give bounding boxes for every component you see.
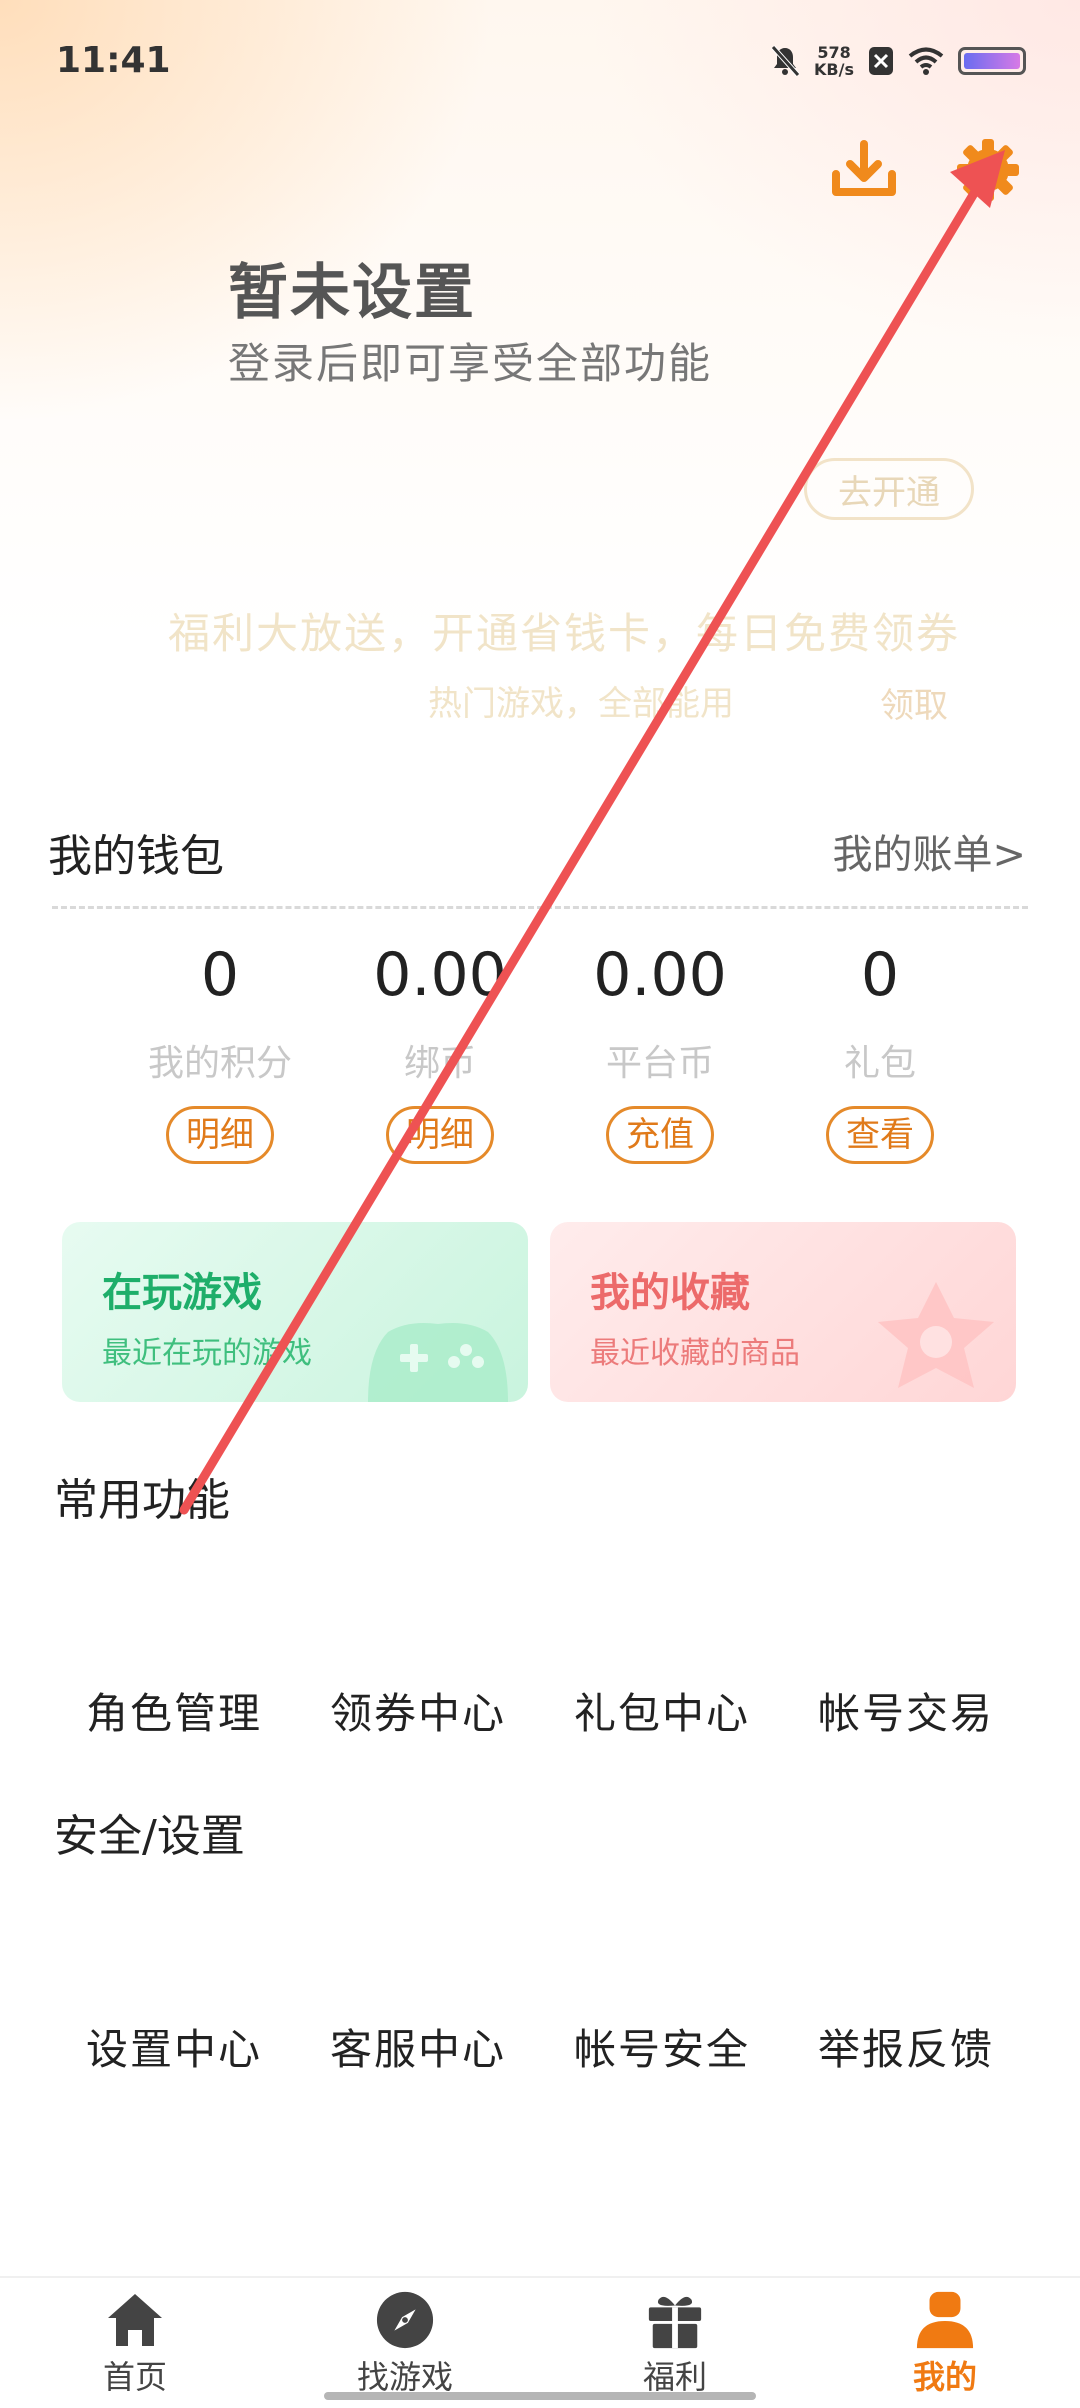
status-bar: 11:41 578 KB/s — [0, 0, 1080, 120]
card-subtitle: 最近收藏的商品 — [590, 1336, 800, 1371]
gift-center-item[interactable]: 礼包中心 — [540, 1680, 784, 1741]
promo-main-text: 福利大放送，开通省钱卡，每日免费领券 — [168, 609, 961, 658]
stat-platform-coins: 0.00 平台币 充值 — [550, 940, 770, 1164]
account-trade-item[interactable]: 帐号交易 — [784, 1680, 1028, 1741]
stat-gift-packs: 0 礼包 查看 — [770, 940, 990, 1164]
promo-sub-text: 热门游戏，全部能用 — [428, 684, 734, 724]
card-subtitle: 最近在玩的游戏 — [102, 1336, 312, 1371]
top-actions — [828, 134, 1024, 206]
nav-mine[interactable]: 我的 — [810, 2278, 1080, 2408]
role-management-item[interactable]: 角色管理 — [52, 1680, 296, 1741]
wifi-icon — [908, 47, 944, 75]
stat-value: 0 — [860, 940, 900, 1010]
common-functions-grid: 角色管理 领券中心 礼包中心 帐号交易 — [52, 1680, 1028, 1741]
promo-claim-button[interactable]: 领取 — [880, 678, 948, 727]
stat-value: 0 — [200, 940, 240, 1010]
battery-level — [964, 53, 1020, 69]
nav-label: 我的 — [912, 2358, 977, 2396]
sim-blocked-icon — [869, 47, 893, 75]
net-speed-unit: KB/s — [814, 60, 854, 79]
common-functions-title: 常用功能 — [54, 1475, 230, 1526]
settings-center-item[interactable]: 设置中心 — [52, 2016, 296, 2077]
customer-service-item[interactable]: 客服中心 — [296, 2016, 540, 2077]
open-membership-button[interactable]: 去开通 — [804, 458, 974, 520]
status-time: 11:41 — [56, 40, 171, 81]
my-bill-link[interactable]: 我的账单> — [832, 822, 1026, 880]
profile-icon — [916, 2291, 974, 2349]
home-indicator[interactable] — [324, 2392, 756, 2400]
bottom-nav: 首页 找游戏 福利 我的 — [0, 2276, 1080, 2408]
status-icons: 578 KB/s — [770, 44, 1026, 78]
battery-icon — [958, 47, 1026, 75]
net-speed: 578 KB/s — [814, 44, 854, 78]
security-settings-title: 安全/设置 — [54, 1811, 245, 1862]
favorites-card[interactable]: 我的收藏 最近收藏的商品 — [550, 1222, 1016, 1402]
points-detail-button[interactable]: 明细 — [166, 1106, 274, 1164]
nav-find-games[interactable]: 找游戏 — [270, 2278, 540, 2408]
stat-points: 0 我的积分 明细 — [110, 940, 330, 1164]
report-feedback-item[interactable]: 举报反馈 — [784, 2016, 1028, 2077]
nav-home[interactable]: 首页 — [0, 2278, 270, 2408]
account-security-item[interactable]: 帐号安全 — [540, 2016, 784, 2077]
recharge-button[interactable]: 充值 — [606, 1106, 714, 1164]
profile-title[interactable]: 暂未设置 — [228, 244, 476, 331]
gear-icon — [957, 139, 1019, 201]
security-settings-grid: 设置中心 客服中心 帐号安全 举报反馈 — [52, 2016, 1028, 2077]
stat-label: 礼包 — [843, 1043, 916, 1084]
gift-icon — [648, 2296, 702, 2349]
star-icon — [878, 1282, 994, 1388]
stat-value: 0.00 — [593, 940, 727, 1010]
wallet-title: 我的钱包 — [48, 831, 224, 882]
net-speed-value: 578 — [817, 43, 851, 62]
compass-icon — [376, 2291, 434, 2349]
home-icon — [108, 2294, 162, 2346]
view-gifts-button[interactable]: 查看 — [826, 1106, 934, 1164]
bound-coins-detail-button[interactable]: 明细 — [386, 1106, 494, 1164]
download-button[interactable] — [828, 134, 900, 206]
stat-bound-coins: 0.00 绑币 明细 — [330, 940, 550, 1164]
nav-label: 首页 — [102, 2358, 167, 2396]
wallet-divider — [52, 906, 1028, 909]
profile-subtitle: 登录后即可享受全部功能 — [228, 339, 713, 388]
gamepad-icon — [368, 1323, 508, 1402]
stat-value: 0.00 — [373, 940, 507, 1010]
wallet-stats: 0 我的积分 明细 0.00 绑币 明细 0.00 平台币 充值 0 礼包 查看 — [110, 940, 990, 1164]
download-icon — [832, 140, 896, 196]
stat-label: 绑币 — [403, 1043, 476, 1084]
stat-label: 我的积分 — [147, 1043, 292, 1084]
profile-page: 11:41 578 KB/s 暂未设置 登录后即可享受全部功能 去开通 福利大放… — [0, 0, 1080, 2408]
stat-label: 平台币 — [605, 1043, 714, 1084]
mute-bell-icon — [771, 45, 800, 77]
nav-welfare[interactable]: 福利 — [540, 2278, 810, 2408]
settings-button[interactable] — [952, 134, 1024, 206]
card-title: 在玩游戏 — [102, 1270, 262, 1316]
playing-games-card[interactable]: 在玩游戏 最近在玩的游戏 — [62, 1222, 528, 1402]
coupon-center-item[interactable]: 领券中心 — [296, 1680, 540, 1741]
card-title: 我的收藏 — [590, 1270, 750, 1316]
